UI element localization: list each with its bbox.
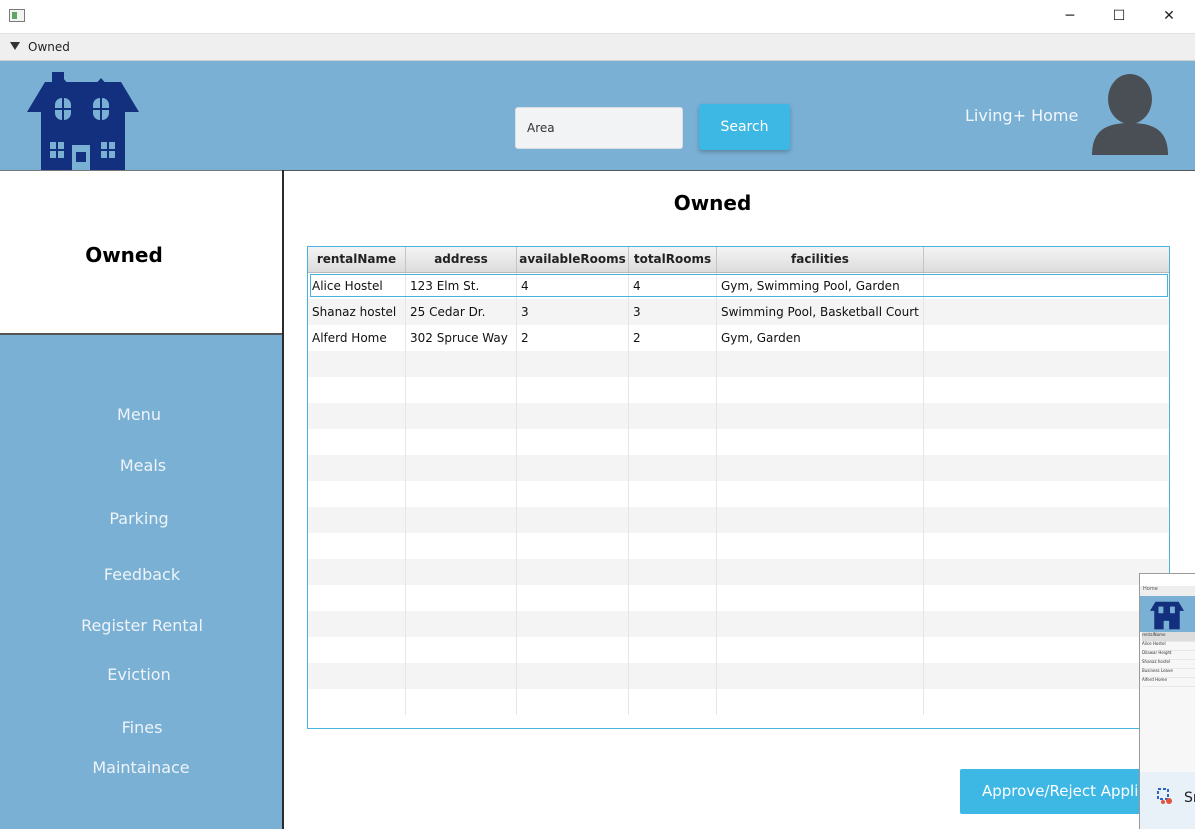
sidebar-item-eviction[interactable]: Eviction (0, 665, 280, 684)
main-top-border (284, 170, 1195, 171)
app-header: Search Living+ Home (0, 61, 1195, 173)
sidebar-title: Owned (85, 243, 163, 267)
window-titlebar: ─ ☐ ✕ (0, 0, 1195, 33)
empty-row (308, 637, 1169, 663)
table-row[interactable]: Alice Hostel 123 Elm St. 4 4 Gym, Swimmi… (308, 273, 1169, 299)
menu-bar: Owned (0, 33, 1195, 61)
thumbnail-menu: Home (1140, 586, 1195, 596)
search-button[interactable]: Search (699, 104, 790, 150)
sidebar-item-maintainace[interactable]: Maintainace (0, 758, 282, 777)
sidebar-item-feedback[interactable]: Feedback (1, 565, 283, 584)
maximize-button[interactable]: ☐ (1096, 0, 1142, 33)
column-header-facilities[interactable]: facilities (717, 247, 924, 272)
house-logo-icon (27, 72, 139, 173)
dropdown-arrow-icon[interactable] (10, 42, 20, 50)
cell-address: 302 Spruce Way (406, 325, 517, 351)
cell-facilities: Gym, Swimming Pool, Garden (717, 273, 924, 299)
empty-row (308, 351, 1169, 377)
sidebar-item-menu[interactable]: Menu (0, 405, 280, 424)
thumbnail-house-icon (1150, 601, 1184, 630)
cell-availablerooms: 4 (517, 273, 629, 299)
cell-totalrooms: 2 (629, 325, 717, 351)
snipping-tool-label: Sn (1184, 790, 1195, 806)
panel-divider (282, 170, 284, 829)
empty-row (308, 559, 1169, 585)
screenshot-thumbnail-popup[interactable]: Home rentalName Alice Hostel Dilawar Hei… (1139, 573, 1195, 829)
cell-rentalname: Alice Hostel (308, 273, 406, 299)
brand-name: Living+ Home (965, 106, 1079, 125)
sidebar-item-meals[interactable]: Meals (2, 456, 284, 475)
sidebar-item-fines[interactable]: Fines (1, 718, 283, 737)
empty-row (308, 585, 1169, 611)
cell-address: 123 Elm St. (406, 273, 517, 299)
empty-row (308, 533, 1169, 559)
table-header: rentalName address availableRooms totalR… (308, 247, 1169, 273)
empty-row (308, 611, 1169, 637)
cell-rentalname: Alferd Home (308, 325, 406, 351)
empty-row (308, 403, 1169, 429)
thumbnail-header (1140, 596, 1195, 632)
minimize-button[interactable]: ─ (1047, 0, 1093, 33)
cell-rentalname: Shanaz hostel (308, 299, 406, 325)
sidebar-item-parking[interactable]: Parking (0, 509, 280, 528)
cell-facilities: Gym, Garden (717, 325, 924, 351)
column-header-address[interactable]: address (406, 247, 517, 272)
cell-facilities: Swimming Pool, Basketball Court (717, 299, 924, 325)
sidebar-header: Owned (0, 170, 282, 335)
empty-row (308, 663, 1169, 689)
empty-row (308, 507, 1169, 533)
rentals-table: rentalName address availableRooms totalR… (307, 246, 1170, 729)
cell-availablerooms: 3 (517, 299, 629, 325)
empty-row (308, 429, 1169, 455)
search-input[interactable] (515, 107, 683, 149)
page-title: Owned (673, 191, 752, 215)
empty-row (308, 689, 1169, 715)
column-header-rentalname[interactable]: rentalName (308, 247, 406, 272)
table-row[interactable]: Shanaz hostel 25 Cedar Dr. 3 3 Swimming … (308, 299, 1169, 325)
user-avatar-icon[interactable] (1088, 71, 1172, 159)
column-header-totalrooms[interactable]: totalRooms (629, 247, 717, 272)
sidebar: Menu Meals Parking Feedback Register Ren… (0, 335, 282, 829)
cell-availablerooms: 2 (517, 325, 629, 351)
empty-row (308, 455, 1169, 481)
empty-row (308, 377, 1169, 403)
thumbnail-text: Alferd Home (1142, 677, 1195, 687)
empty-row (308, 481, 1169, 507)
close-button[interactable]: ✕ (1146, 0, 1192, 33)
table-row[interactable]: Alferd Home 302 Spruce Way 2 2 Gym, Gard… (308, 325, 1169, 351)
app-icon (9, 9, 25, 22)
cell-totalrooms: 3 (629, 299, 717, 325)
snipping-tool-icon (1157, 788, 1172, 804)
cell-address: 25 Cedar Dr. (406, 299, 517, 325)
cell-totalrooms: 4 (629, 273, 717, 299)
menu-title[interactable]: Owned (28, 40, 70, 54)
sidebar-item-register-rental[interactable]: Register Rental (1, 616, 283, 635)
column-header-availablerooms[interactable]: availableRooms (517, 247, 629, 272)
column-header-filler (924, 247, 1169, 272)
